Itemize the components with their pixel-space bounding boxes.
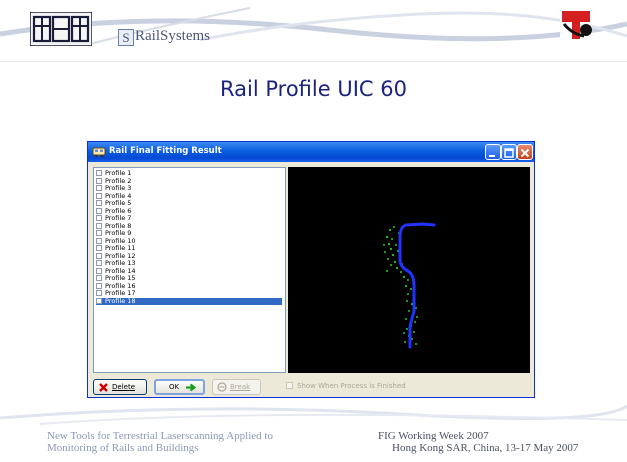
arrow-right-icon — [186, 383, 197, 391]
maximize-button[interactable] — [501, 144, 517, 160]
checkbox-icon[interactable] — [96, 185, 102, 191]
brand-prefix: S — [118, 29, 134, 46]
break-label: Break — [230, 383, 251, 391]
checkbox-icon[interactable] — [96, 207, 102, 214]
brand-name: RailSystems — [135, 28, 211, 44]
checkbox-icon[interactable] — [96, 192, 102, 199]
slide-title: Rail Profile UIC 60 — [220, 77, 407, 101]
footer-right-line1: FIG Working Week 2007 — [378, 430, 489, 442]
footer-right: FIG Working Week 2007 Hong Kong SAR, Chi… — [378, 430, 578, 454]
footer-right-line2: Hong Kong SAR, China, 13-17 May 2007 — [392, 442, 579, 454]
checkbox-icon[interactable] — [96, 230, 102, 236]
checkbox-icon[interactable] — [96, 215, 102, 221]
window-titlebar[interactable]: Rail Final Fitting Result — [88, 142, 534, 162]
checkbox-icon[interactable] — [96, 177, 102, 184]
profile-list[interactable]: Profile 1 Profile 2 Profile 3 Profile 4 … — [93, 167, 286, 373]
checkbox-icon[interactable] — [96, 267, 102, 274]
institute-logo — [30, 12, 92, 46]
minimize-button[interactable] — [485, 144, 501, 160]
checkbox-icon[interactable] — [96, 290, 102, 296]
checkbox-icon[interactable] — [96, 252, 102, 259]
checkbox-icon[interactable] — [96, 245, 102, 251]
minimize-icon — [489, 155, 495, 157]
fit-plot-canvas[interactable] — [288, 167, 530, 373]
profile-label: Profile 18 — [105, 296, 136, 305]
profile-item-selected[interactable]: Profile 18 — [96, 296, 282, 305]
checkbox-icon[interactable] — [96, 297, 102, 304]
footer-left: New Tools for Terrestrial Laserscanning … — [47, 430, 273, 454]
footer-left-line2: Monitoring of Rails and Buildings — [47, 442, 199, 454]
checkbox-icon[interactable] — [96, 275, 102, 281]
checkbox-icon[interactable] — [96, 170, 102, 176]
university-logo — [560, 8, 592, 42]
window-title: Rail Final Fitting Result — [109, 146, 222, 156]
checkbox-icon[interactable] — [96, 237, 102, 244]
checkbox-icon[interactable] — [96, 200, 102, 206]
header-swoosh — [0, 7, 627, 62]
delete-label: Delete — [112, 383, 135, 391]
ok-button[interactable]: OK — [154, 379, 205, 395]
checkbox-icon[interactable] — [96, 260, 102, 266]
show-when-finished-label: Show When Process is Finished — [297, 382, 406, 390]
close-button[interactable] — [517, 144, 533, 160]
delete-x-icon — [99, 383, 108, 392]
fitting-result-window[interactable]: Rail Final Fitting Result Profile 1 Prof… — [87, 141, 535, 398]
button-bar: Delete OK Break Show When Process is Fin… — [93, 379, 533, 397]
footer-left-line1: New Tools for Terrestrial Laserscanning … — [47, 430, 273, 442]
checkbox-icon[interactable] — [96, 222, 102, 229]
maximize-icon — [504, 148, 514, 158]
checkbox-icon[interactable] — [286, 382, 293, 389]
show-when-finished-option[interactable]: Show When Process is Finished — [286, 382, 406, 390]
brand-label: S RailSystems — [118, 28, 210, 46]
delete-button[interactable]: Delete — [93, 379, 147, 395]
ok-label: OK — [169, 383, 180, 391]
close-icon — [520, 148, 530, 158]
train-icon — [92, 147, 106, 158]
slide: S RailSystems Rail Profile UIC 60 Rail Fi… — [0, 0, 627, 462]
break-icon — [217, 382, 227, 392]
break-button[interactable]: Break — [212, 379, 261, 395]
checkbox-icon[interactable] — [96, 282, 102, 289]
